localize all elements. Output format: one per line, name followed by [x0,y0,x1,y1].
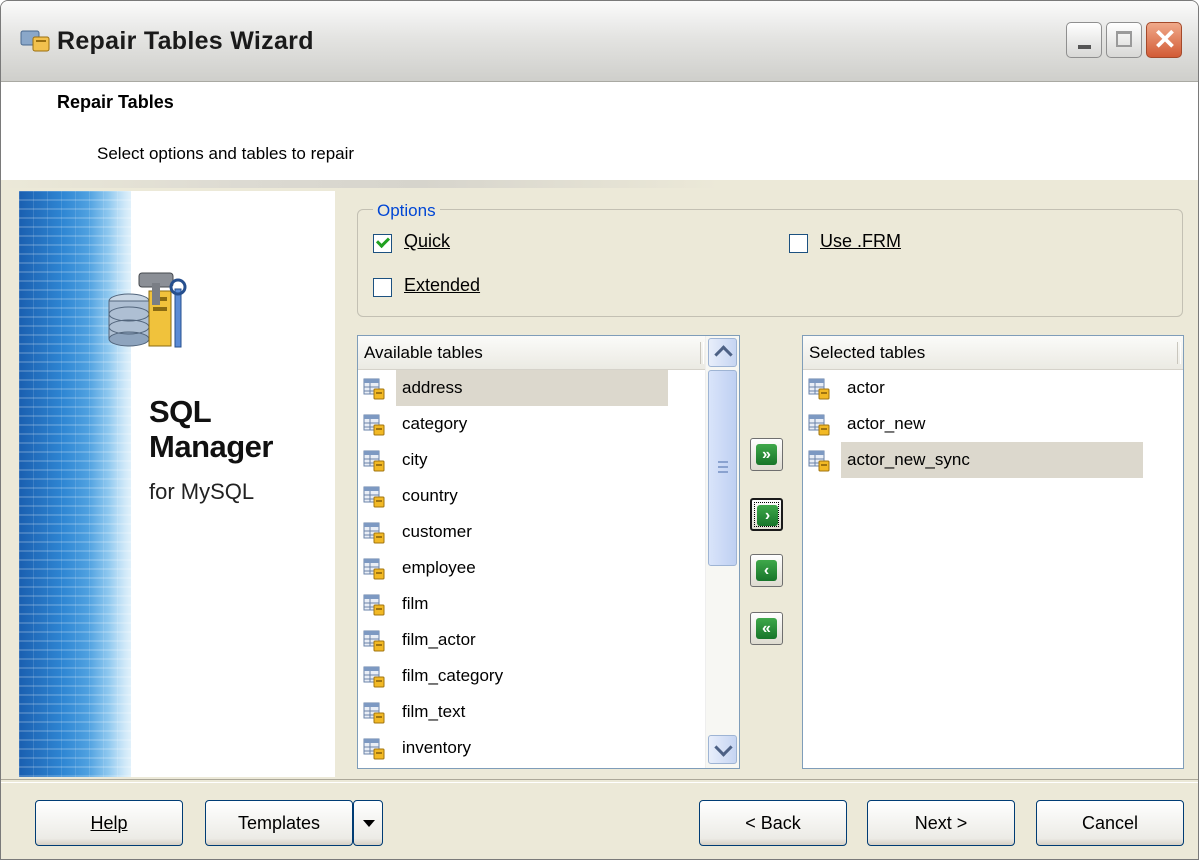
database-tools-icon [108,272,187,348]
arrow-left-icon: ‹ [756,560,777,581]
extended-label[interactable]: Extended [404,275,480,296]
available-tables-header-label: Available tables [364,343,483,362]
table-name: film_actor [402,630,476,649]
help-button[interactable]: Help [35,800,183,846]
templates-dropdown-button[interactable] [353,800,383,846]
move-left-button[interactable]: ‹ [750,554,783,587]
scroll-up-button[interactable] [708,338,737,367]
table-icon [808,378,830,400]
table-icon [363,558,385,580]
product-banner: SQL Manager for MySQL [19,191,335,777]
chevron-down-icon [714,738,733,757]
table-icon [363,522,385,544]
table-icon [363,414,385,436]
header-separator [700,342,704,364]
grip-line [718,461,728,463]
scroll-down-button[interactable] [708,735,737,764]
available-scrollbar[interactable] [705,336,739,768]
table-name: customer [402,522,472,541]
extended-checkbox[interactable] [373,278,392,297]
minimize-icon [1078,45,1091,49]
available-tables-header[interactable]: Available tables [358,336,706,370]
table-name: category [402,414,468,433]
header-divider [1,180,1198,188]
wizard-header: Repair Tables Select options and tables … [1,82,1198,180]
brand-line-3: for MySQL [149,479,255,504]
arrow-right-icon: › [757,505,778,526]
grip-line [718,471,728,473]
back-button-label: < Back [745,813,801,833]
close-button[interactable]: ✕ [1146,22,1182,58]
table-name: film [402,594,429,613]
next-button[interactable]: Next > [867,800,1015,846]
quick-label[interactable]: Quick [404,231,450,252]
move-all-left-button[interactable]: « [750,612,783,645]
double-arrow-right-icon: » [756,444,777,465]
header-separator [1177,342,1181,364]
templates-button-label: Templates [237,813,321,833]
quick-label-text: Quick [404,231,451,251]
table-icon [363,450,385,472]
footer-divider [1,779,1198,783]
cancel-button-label: Cancel [1081,813,1139,833]
chevron-up-icon [714,345,733,364]
table-icon [363,594,385,616]
table-name: actor [847,378,885,397]
back-button[interactable]: < Back [699,800,847,846]
table-name: city [402,450,428,469]
table-icon [363,738,385,760]
table-name: actor_new [847,414,926,433]
dropdown-arrow-icon [363,820,375,827]
options-group [357,209,1183,317]
minimize-button[interactable] [1066,22,1102,58]
window-title: Repair Tables Wizard [57,27,314,55]
table-name: actor_new_sync [841,442,1143,478]
table-icon [363,666,385,688]
page-subtitle: Select options and tables to repair [97,144,355,163]
brand-line-1: SQL [149,394,212,429]
brand-line-2: Manager [149,429,273,464]
available-tables-list[interactable]: Available tables address category city coun… [357,335,740,769]
help-button-label: Help [90,813,128,833]
maximize-icon [1116,31,1132,47]
selected-tables-list[interactable]: Selected tables actor actor_new actor_new_… [802,335,1184,769]
extended-label-text: Extended [404,275,481,295]
title-bar: Repair Tables Wizard ✕ [1,1,1198,82]
selected-tables-header[interactable]: Selected tables [803,336,1183,370]
use-frm-label-text: Use .FRM [820,231,901,251]
table-icon [363,486,385,508]
table-name: film_text [402,702,466,721]
move-all-right-button[interactable]: » [750,438,783,471]
page-title: Repair Tables [57,92,174,112]
move-right-button[interactable]: › [750,498,783,531]
maximize-button[interactable] [1106,22,1142,58]
table-icon [363,630,385,652]
table-icon [363,702,385,724]
table-name: inventory [402,738,471,757]
table-name: country [402,486,458,505]
options-legend: Options [373,201,440,221]
scroll-thumb[interactable] [708,370,737,566]
close-icon: ✕ [1153,24,1177,55]
selected-tables-header-label: Selected tables [809,343,926,362]
next-button-label: Next > [914,813,968,833]
table-icon [363,378,385,400]
table-name: employee [402,558,476,577]
grip-line [718,466,728,468]
cancel-button[interactable]: Cancel [1036,800,1184,846]
app-icon [20,30,50,52]
table-icon [808,414,830,436]
check-icon [375,233,391,249]
use-frm-checkbox[interactable] [789,234,808,253]
quick-checkbox[interactable] [373,233,392,253]
table-name: address [396,370,668,406]
wizard-window: Repair Tables Wizard ✕ Repair Tables Sel… [0,0,1199,860]
table-icon [808,450,830,472]
table-name: film_category [402,666,504,685]
use-frm-label[interactable]: Use .FRM [820,231,901,252]
double-arrow-left-icon: « [756,618,777,639]
templates-button[interactable]: Templates [205,800,353,846]
